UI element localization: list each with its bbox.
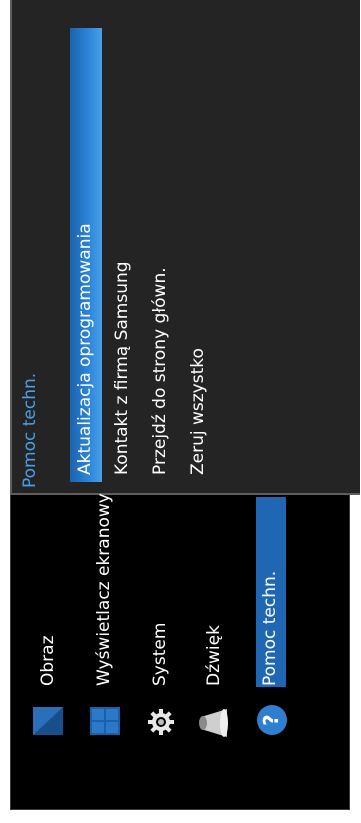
speaker-icon (197, 707, 229, 739)
svg-text:?: ? (259, 714, 283, 726)
submenu-item-home-page[interactable]: Przejdź do strony główn. (150, 267, 170, 475)
menu-item-system[interactable]: System (150, 623, 170, 686)
submenu-item-contact-samsung[interactable]: Kontakt z firmą Samsung (112, 261, 132, 475)
submenu-item-reset-all[interactable]: Zeruj wszystko (188, 348, 208, 475)
menu-item-support[interactable]: Pomoc techn. (260, 571, 280, 686)
menu-item-picture[interactable]: Obraz (38, 635, 58, 686)
question-icon: ? (256, 704, 288, 736)
submenu-panel (10, 0, 360, 495)
onscreen-display-icon (90, 707, 120, 735)
menu-item-onscreen-display[interactable]: Wyświetlacz ekranowy (94, 493, 114, 686)
picture-icon (33, 707, 63, 735)
submenu-item-software-update[interactable]: Aktualizacja oprogramowania (75, 223, 95, 475)
menu-item-sound[interactable]: Dźwięk (204, 625, 224, 686)
submenu-title: Pomoc techn. (20, 372, 40, 488)
gear-icon (147, 708, 175, 736)
